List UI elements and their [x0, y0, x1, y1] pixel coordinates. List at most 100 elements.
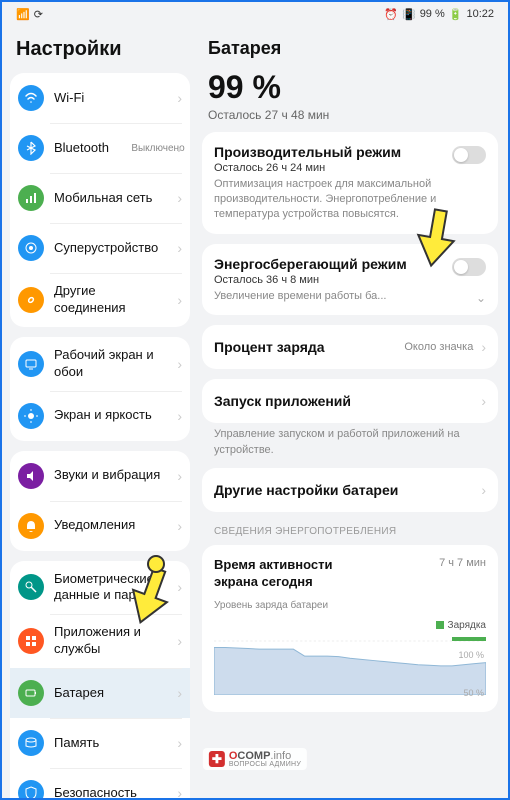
percent-display-value: Около значка — [404, 341, 473, 354]
device-icon — [18, 235, 44, 261]
chevron-right-icon: › — [177, 292, 182, 308]
chevron-right-icon: › — [177, 190, 182, 206]
performance-mode-title: Производительный режим — [214, 144, 486, 160]
watermark-badge-icon: ✚ — [209, 751, 225, 767]
battery-panel: Батарея 99 % Осталось 27 ч 48 мин Произв… — [198, 26, 508, 798]
sidebar-item-bell[interactable]: Уведомления › — [10, 501, 190, 551]
performance-mode-desc: Оптимизация настроек для максимальной пр… — [214, 177, 486, 222]
display-icon — [18, 351, 44, 377]
power-saving-card[interactable]: Энергосберегающий режим Осталось 36 ч 8 … — [202, 244, 498, 316]
apps-icon — [18, 628, 44, 654]
sidebar-item-label: Wi-Fi — [54, 90, 167, 107]
legend-label: Зарядка — [448, 620, 486, 631]
sidebar-item-wifi[interactable]: Wi-Fi › — [10, 73, 190, 123]
sidebar-item-sun[interactable]: Экран и яркость › — [10, 391, 190, 441]
sidebar-item-bluetooth[interactable]: Bluetooth Выключено › — [10, 123, 190, 173]
app-launch-title: Запуск приложений — [214, 393, 351, 409]
signal-icon: 📶 — [16, 8, 30, 21]
sidebar-item-label: Уведомления — [54, 517, 167, 534]
chevron-right-icon: › — [177, 356, 182, 372]
battery-icon: 🔋 — [449, 8, 463, 21]
app-launch-row[interactable]: Запуск приложений › — [202, 379, 498, 423]
watermark: ✚ OCOMP.info ВОПРОСЫ АДМИНУ — [203, 748, 307, 770]
sidebar-item-value: Выключено — [131, 143, 167, 154]
sidebar-item-label: Звуки и вибрация — [54, 467, 167, 484]
power-saving-toggle[interactable] — [452, 258, 486, 276]
chart-subtitle: Уровень заряда батареи — [214, 599, 486, 612]
sidebar-item-cellular[interactable]: Мобильная сеть › — [10, 173, 190, 223]
power-saving-title: Энергосберегающий режим — [214, 256, 486, 272]
expand-icon[interactable]: ⌄ — [476, 291, 486, 305]
other-battery-title: Другие настройки батареи — [214, 482, 398, 498]
other-battery-row[interactable]: Другие настройки батареи › — [202, 468, 498, 512]
chevron-right-icon: › — [177, 90, 182, 106]
chevron-right-icon: › — [177, 240, 182, 256]
vibrate-icon: 📳 — [402, 8, 416, 21]
chart-title: Время активности экрана сегодня — [214, 557, 374, 591]
battery-remaining: Осталось 27 ч 48 мин — [202, 106, 498, 132]
sound-icon — [18, 463, 44, 489]
alarm-icon: ⏰ — [384, 8, 398, 21]
sidebar-item-display[interactable]: Рабочий экран и обои › — [10, 337, 190, 391]
performance-mode-toggle[interactable] — [452, 146, 486, 164]
chevron-right-icon: › — [177, 140, 182, 156]
sidebar-item-label: Память — [54, 735, 167, 752]
chevron-right-icon: › — [177, 468, 182, 484]
percent-display-title: Процент заряда — [214, 339, 325, 355]
power-saving-desc: Увеличение времени работы ба... — [214, 289, 486, 304]
wifi-icon — [18, 85, 44, 111]
usage-section-header: СВЕДЕНИЯ ЭНЕРГОПОТРЕБЛЕНИЯ — [202, 522, 498, 545]
app-launch-desc: Управление запуском и работой приложений… — [202, 427, 498, 468]
sidebar-item-device[interactable]: Суперустройство › — [10, 223, 190, 273]
status-bar: 📶 ⟳ ⏰ 📳 99 % 🔋 10:22 — [2, 2, 508, 26]
sidebar-item-label: Биометрические данные и пароли — [54, 571, 167, 605]
sidebar-item-apps[interactable]: Приложения и службы › — [10, 614, 190, 668]
sidebar-item-battery[interactable]: Батарея › — [10, 668, 190, 718]
chevron-right-icon: › — [177, 685, 182, 701]
storage-icon — [18, 730, 44, 756]
chart-value: 7 ч 7 мин — [439, 557, 486, 569]
sidebar-item-label: Мобильная сеть — [54, 190, 167, 207]
usage-chart-card[interactable]: Время активности экрана сегодня 7 ч 7 ми… — [202, 545, 498, 712]
chevron-right-icon: › — [177, 785, 182, 798]
chevron-right-icon: › — [177, 633, 182, 649]
sidebar-item-label: Приложения и службы — [54, 624, 167, 658]
sidebar-item-link[interactable]: Другие соединения › — [10, 273, 190, 327]
performance-mode-card[interactable]: Производительный режим Осталось 26 ч 24 … — [202, 132, 498, 234]
sidebar-item-label: Батарея — [54, 685, 167, 702]
cellular-icon — [18, 185, 44, 211]
battery-icon — [18, 680, 44, 706]
sidebar-item-label: Рабочий экран и обои — [54, 347, 167, 381]
clock: 10:22 — [466, 8, 494, 20]
chevron-right-icon: › — [177, 408, 182, 424]
sun-icon — [18, 403, 44, 429]
chevron-right-icon: › — [177, 579, 182, 595]
chevron-right-icon: › — [177, 735, 182, 751]
sidebar-item-label: Другие соединения — [54, 283, 167, 317]
sidebar-item-label: Безопасность — [54, 785, 167, 798]
sidebar-item-label: Суперустройство — [54, 240, 167, 257]
chevron-right-icon: › — [177, 518, 182, 534]
annotation-dot — [147, 555, 165, 573]
settings-sidebar: Настройки Wi-Fi › Bluetooth Выключено › … — [2, 26, 198, 798]
performance-mode-sub: Осталось 26 ч 24 мин — [214, 162, 486, 174]
battery-big-percent: 99 % — [202, 69, 498, 106]
sidebar-item-label: Bluetooth — [54, 140, 121, 157]
sidebar-title: Настройки — [10, 32, 190, 73]
y-tick-50: 50 % — [463, 688, 484, 698]
sidebar-item-shield[interactable]: Безопасность › — [10, 768, 190, 798]
y-tick-100: 100 % — [458, 650, 484, 660]
power-saving-sub: Осталось 36 ч 8 мин — [214, 274, 486, 286]
sidebar-item-sound[interactable]: Звуки и вибрация › — [10, 451, 190, 501]
sidebar-item-storage[interactable]: Память › — [10, 718, 190, 768]
panel-title: Батарея — [202, 32, 498, 69]
battery-percent: 99 % — [420, 8, 445, 20]
key-icon — [18, 574, 44, 600]
battery-chart — [214, 635, 486, 695]
sync-icon: ⟳ — [34, 8, 43, 21]
chevron-right-icon: › — [481, 393, 486, 409]
sidebar-item-label: Экран и яркость — [54, 407, 167, 424]
percent-display-row[interactable]: Процент заряда Около значка › — [202, 325, 498, 369]
chevron-right-icon: › — [481, 482, 486, 498]
bluetooth-icon — [18, 135, 44, 161]
